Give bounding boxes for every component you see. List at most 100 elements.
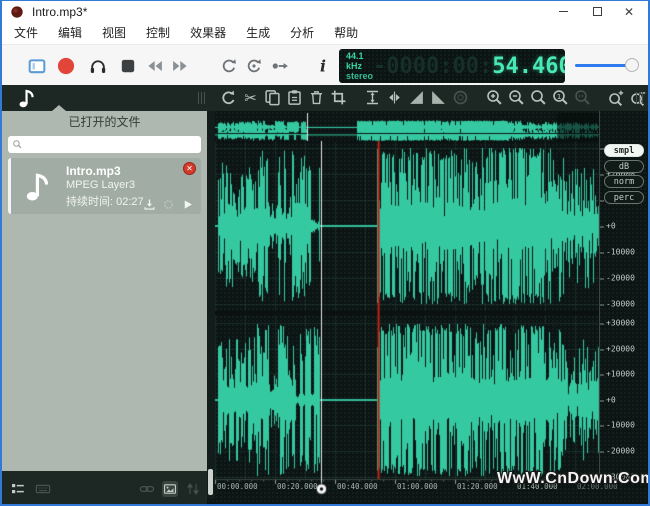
svg-text:1: 1 [557, 92, 562, 101]
zoom-one-icon[interactable]: 1 [552, 89, 569, 106]
media-thumb-icon[interactable] [162, 481, 178, 497]
app-logo-icon [10, 5, 24, 19]
sort-icon[interactable] [185, 481, 201, 497]
menu-item-effects[interactable]: 效果器 [180, 22, 236, 44]
zoom-selection-icon[interactable] [574, 89, 591, 106]
sidebar-header: 已打开的文件 [2, 111, 207, 134]
menu-item-analysis[interactable]: 分析 [280, 22, 324, 44]
menu-item-help[interactable]: 帮助 [324, 22, 368, 44]
trim-icon[interactable] [330, 89, 347, 106]
fast-forward-button[interactable] [172, 57, 190, 75]
sync-icon[interactable] [162, 198, 175, 211]
delete-icon[interactable] [308, 89, 325, 106]
toolbar-drag-handle[interactable] [198, 92, 206, 104]
volume-knob[interactable] [625, 58, 639, 72]
ruler-label-1: 00:20.000 [277, 482, 318, 491]
axis-label-ch1-4: -10000 [606, 248, 635, 257]
time-counter: -0000:00:54.460 [373, 54, 565, 79]
menu-item-control[interactable]: 控制 [136, 22, 180, 44]
axis-label-ch2-0: +30000 [606, 319, 635, 328]
channel-mode-label: stereo [346, 71, 373, 81]
ruler-label-3: 01:00.000 [397, 482, 438, 491]
format-readout: 44.1 kHz stereo [339, 51, 373, 81]
svg-text:✂: ✂ [244, 89, 256, 106]
file-duration: 持续时间: 02:27 [66, 193, 144, 209]
loop-once-button[interactable] [245, 57, 263, 75]
music-note-tab-icon[interactable] [14, 87, 38, 109]
undo-icon[interactable] [220, 89, 237, 106]
zoom-icon[interactable] [530, 89, 547, 106]
selection-tool-button[interactable] [28, 57, 46, 75]
close-file-button[interactable]: ✕ [183, 162, 196, 175]
ghost-digits: -0000:00: [373, 54, 492, 79]
copy-icon[interactable] [264, 89, 281, 106]
play-headphones-button[interactable] [89, 57, 107, 75]
zoom-out-icon[interactable] [508, 89, 525, 106]
fade-in-icon[interactable] [408, 89, 425, 106]
transport-toolbar: 44.1 kHz stereo -0000:00:54.460 i [2, 44, 648, 85]
ruler-label-0: 00:00.000 [217, 482, 258, 491]
waveform-canvas[interactable] [207, 111, 650, 499]
scrollbar-thumb[interactable] [208, 469, 213, 495]
reverse-icon[interactable] [386, 89, 403, 106]
file-list-item[interactable]: Intro.mp3 MPEG Layer3 持续时间: 02:27 ✕ [8, 158, 201, 214]
loop-button[interactable] [220, 57, 238, 75]
play-icon[interactable] [181, 198, 194, 211]
time-display: 44.1 kHz stereo -0000:00:54.460 [339, 49, 565, 83]
adjust-level-icon[interactable] [364, 89, 381, 106]
menu-item-edit[interactable]: 编辑 [48, 22, 92, 44]
loop-region-icon[interactable] [452, 89, 469, 106]
window-title: Intro.mp3* [32, 5, 87, 19]
axis-label-ch1-5: -20000 [606, 274, 635, 283]
axis-label-ch1-3: +0 [606, 222, 616, 231]
sidebar-footer [2, 471, 207, 506]
watermark: WwW.CnDown.Com [497, 470, 650, 488]
link-icon[interactable] [139, 481, 155, 497]
toolbar-drag-handle-right[interactable] [636, 92, 644, 104]
fade-out-icon[interactable] [430, 89, 447, 106]
maximize-button[interactable] [584, 1, 610, 22]
list-view-icon[interactable] [10, 481, 26, 497]
info-button[interactable]: i [314, 57, 332, 75]
mode-pill-dB[interactable]: dB [604, 160, 644, 173]
menu-bar: 文件编辑视图控制效果器生成分析帮助 [2, 22, 648, 44]
zoom-in-icon[interactable] [486, 89, 503, 106]
volume-slider[interactable] [575, 45, 643, 86]
svg-text:i: i [320, 57, 326, 75]
axis-label-ch1-6: -30000 [606, 300, 635, 309]
menu-item-view[interactable]: 视图 [92, 22, 136, 44]
waveform-panel: smpl dB norm perc +30000 +20000 +10000 +0 -1000… [207, 111, 648, 506]
axis-label-ch2-1: +20000 [606, 345, 635, 354]
close-button[interactable]: ✕ [616, 1, 642, 22]
ruler-label-2: 00:40.000 [337, 482, 378, 491]
selection-stripe [8, 158, 11, 214]
paste-icon[interactable] [286, 89, 303, 106]
vzoom-in-icon[interactable] [608, 89, 625, 106]
files-sidebar: 已打开的文件 Intro.mp3 MPEG Layer3 持续时间: 02:27… [2, 111, 207, 506]
mode-pill-perc[interactable]: perc [604, 191, 644, 204]
axis-divider [599, 111, 600, 479]
play-cursor-button[interactable] [271, 57, 289, 75]
cut-icon[interactable]: ✂ [242, 89, 259, 106]
mode-pill-smpl[interactable]: smpl [604, 144, 644, 157]
axis-label-ch2-2: +10000 [606, 370, 635, 379]
search-icon [12, 139, 23, 150]
volume-track[interactable] [575, 64, 631, 67]
music-note-icon [20, 169, 54, 203]
search-box[interactable] [8, 136, 201, 153]
edit-toolbar: ✂1 [2, 85, 648, 111]
keyboard-icon[interactable] [35, 481, 51, 497]
menu-item-generate[interactable]: 生成 [236, 22, 280, 44]
file-name: Intro.mp3 [66, 164, 121, 178]
menu-item-file[interactable]: 文件 [4, 22, 48, 44]
record-button[interactable] [57, 57, 75, 75]
axis-label-ch2-4: -10000 [606, 421, 635, 430]
sample-rate-label: 44.1 kHz [346, 51, 373, 71]
app-window: Intro.mp3* ✕ 文件编辑视图控制效果器生成分析帮助 44.1 kHz … [0, 0, 650, 506]
title-bar: Intro.mp3* ✕ [2, 1, 648, 22]
save-icon[interactable] [143, 198, 156, 211]
stop-button[interactable] [119, 57, 137, 75]
mode-pill-norm[interactable]: norm [604, 175, 644, 188]
minimize-button[interactable] [550, 1, 576, 22]
rewind-button[interactable] [145, 57, 163, 75]
